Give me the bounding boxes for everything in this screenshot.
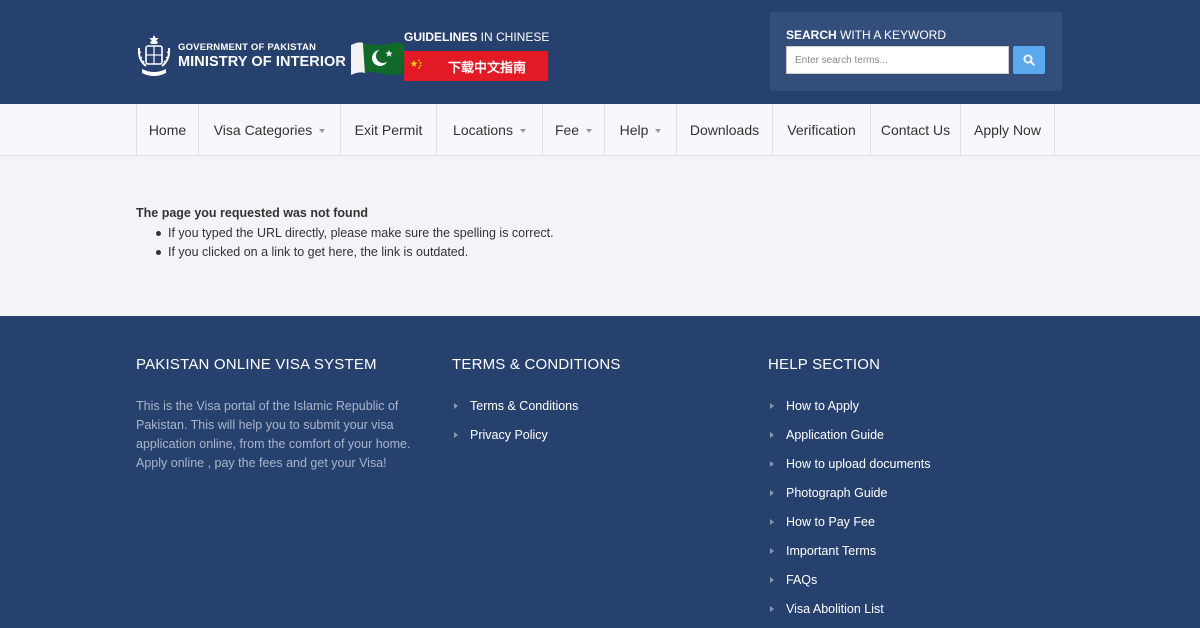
- site-header: GOVERNMENT OF PAKISTAN MINISTRY OF INTER…: [0, 0, 1200, 104]
- search-heading: SEARCH WITH A KEYWORD: [786, 28, 946, 42]
- nav-item-label: Fee: [554, 122, 580, 138]
- caret-right-icon: [454, 431, 458, 438]
- footer-help: HELP SECTION How to Apply Application Gui…: [768, 356, 931, 623]
- footer-link-label: FAQs: [786, 572, 818, 587]
- caret-right-icon: [770, 402, 774, 409]
- caret-right-icon: [770, 489, 774, 496]
- caret-down-icon: [519, 128, 526, 133]
- footer-terms-title: TERMS & CONDITIONS: [452, 356, 621, 373]
- footer-link-label: How to Apply: [786, 398, 859, 413]
- footer-link-label: How to upload documents: [786, 456, 931, 471]
- caret-right-icon: [770, 518, 774, 525]
- nav-item-exit-permit[interactable]: Exit Permit: [341, 104, 437, 156]
- footer-terms-links: Terms & Conditions Privacy Policy: [452, 391, 621, 449]
- nav-item-label: Exit Permit: [354, 122, 423, 138]
- search-heading-bold: SEARCH: [786, 28, 837, 42]
- main-navigation: Home Visa Categories Exit Permit Locations F…: [0, 104, 1200, 156]
- nav-item-downloads[interactable]: Downloads: [677, 104, 773, 156]
- footer-help-title: HELP SECTION: [768, 356, 881, 373]
- footer-link-label: Photograph Guide: [786, 485, 888, 500]
- footer-help-links: How to Apply Application Guide How to uplo…: [768, 391, 931, 623]
- error-item: If you typed the URL directly, please ma…: [156, 224, 554, 243]
- pakistan-flag-icon: [350, 42, 404, 75]
- guidelines-heading-bold: GUIDELINES: [404, 30, 478, 44]
- footer-link-how-to-upload-documents[interactable]: How to upload documents: [768, 449, 931, 478]
- nav-item-label: Downloads: [689, 122, 760, 138]
- error-item: If you clicked on a link to get here, th…: [156, 243, 554, 262]
- nav-item-label: Home: [148, 122, 187, 138]
- caret-down-icon: [586, 128, 593, 133]
- footer-link-privacy-policy[interactable]: Privacy Policy: [452, 420, 621, 449]
- nav-item-label: Contact Us: [880, 122, 951, 138]
- search-icon: [1023, 54, 1035, 66]
- footer-link-important-terms[interactable]: Important Terms: [768, 536, 931, 565]
- caret-right-icon: [770, 605, 774, 612]
- nav-item-verification[interactable]: Verification: [773, 104, 871, 156]
- main-content: The page you requested was not found If …: [0, 157, 1200, 316]
- download-chinese-guide-button[interactable]: 下载中文指南: [404, 51, 548, 81]
- nav-item-apply-now[interactable]: Apply Now: [961, 104, 1055, 156]
- footer-link-label: Privacy Policy: [470, 427, 548, 442]
- chinese-guidelines: GUIDELINES IN CHINESE 下载中文指南: [404, 30, 549, 81]
- nav-item-help[interactable]: Help: [605, 104, 677, 156]
- footer-link-how-to-apply[interactable]: How to Apply: [768, 391, 931, 420]
- logo-line-government: GOVERNMENT OF PAKISTAN: [178, 41, 317, 53]
- logo-line-ministry: MINISTRY OF INTERIOR: [178, 54, 346, 70]
- guidelines-heading: GUIDELINES IN CHINESE: [404, 30, 549, 44]
- search-panel: SEARCH WITH A KEYWORD: [770, 12, 1062, 91]
- caret-right-icon: [770, 460, 774, 467]
- nav-bar: Home Visa Categories Exit Permit Locations F…: [136, 104, 1055, 156]
- nav-item-label: Apply Now: [974, 122, 1041, 138]
- caret-right-icon: [770, 576, 774, 583]
- caret-right-icon: [770, 547, 774, 554]
- download-chinese-guide-label: 下载中文指南: [448, 60, 527, 76]
- nav-item-locations[interactable]: Locations: [437, 104, 543, 156]
- footer-about-text: This is the Visa portal of the Islamic R…: [136, 399, 411, 470]
- footer-link-label: Visa Abolition List: [786, 601, 884, 616]
- ministry-logo[interactable]: GOVERNMENT OF PAKISTAN MINISTRY OF INTER…: [136, 34, 405, 78]
- state-emblem-icon: [137, 35, 171, 76]
- search-heading-rest: WITH A KEYWORD: [836, 28, 947, 42]
- footer-link-faqs[interactable]: FAQs: [768, 565, 931, 594]
- nav-item-fee[interactable]: Fee: [543, 104, 605, 156]
- caret-down-icon: [319, 128, 326, 133]
- china-flag-icon: [410, 59, 422, 69]
- guidelines-heading-rest: IN CHINESE: [477, 30, 550, 44]
- footer-link-application-guide[interactable]: Application Guide: [768, 420, 931, 449]
- footer-link-visa-abolition-list[interactable]: Visa Abolition List: [768, 594, 931, 623]
- footer-link-label: Application Guide: [786, 427, 884, 442]
- nav-item-label: Locations: [453, 122, 513, 138]
- footer-link-photograph-guide[interactable]: Photograph Guide: [768, 478, 931, 507]
- site-footer: PAKISTAN ONLINE VISA SYSTEM This is the …: [0, 316, 1200, 628]
- caret-down-icon: [655, 128, 662, 133]
- nav-item-label: Visa Categories: [213, 122, 313, 138]
- footer-link-label: Terms & Conditions: [470, 398, 579, 413]
- nav-item-visa-categories[interactable]: Visa Categories: [199, 104, 341, 156]
- nav-item-label: Help: [619, 122, 649, 138]
- footer-about: PAKISTAN ONLINE VISA SYSTEM This is the …: [136, 356, 432, 473]
- error-title: The page you requested was not found: [136, 206, 368, 220]
- ministry-name: GOVERNMENT OF PAKISTAN MINISTRY OF INTER…: [178, 41, 346, 70]
- footer-link-how-to-pay-fee[interactable]: How to Pay Fee: [768, 507, 931, 536]
- footer-about-title: PAKISTAN ONLINE VISA SYSTEM: [136, 356, 377, 373]
- search-button[interactable]: [1013, 46, 1045, 74]
- footer-terms: TERMS & CONDITIONS Terms & Conditions Pri…: [452, 356, 621, 449]
- nav-item-contact-us[interactable]: Contact Us: [871, 104, 961, 156]
- error-list: If you typed the URL directly, please ma…: [156, 224, 554, 262]
- caret-right-icon: [770, 431, 774, 438]
- footer-link-terms-conditions[interactable]: Terms & Conditions: [452, 391, 621, 420]
- nav-item-home[interactable]: Home: [137, 104, 199, 156]
- search-input[interactable]: [786, 46, 1009, 74]
- nav-item-label: Verification: [787, 122, 856, 138]
- caret-right-icon: [454, 402, 458, 409]
- footer-link-label: Important Terms: [786, 543, 877, 558]
- footer-link-label: How to Pay Fee: [786, 514, 875, 529]
